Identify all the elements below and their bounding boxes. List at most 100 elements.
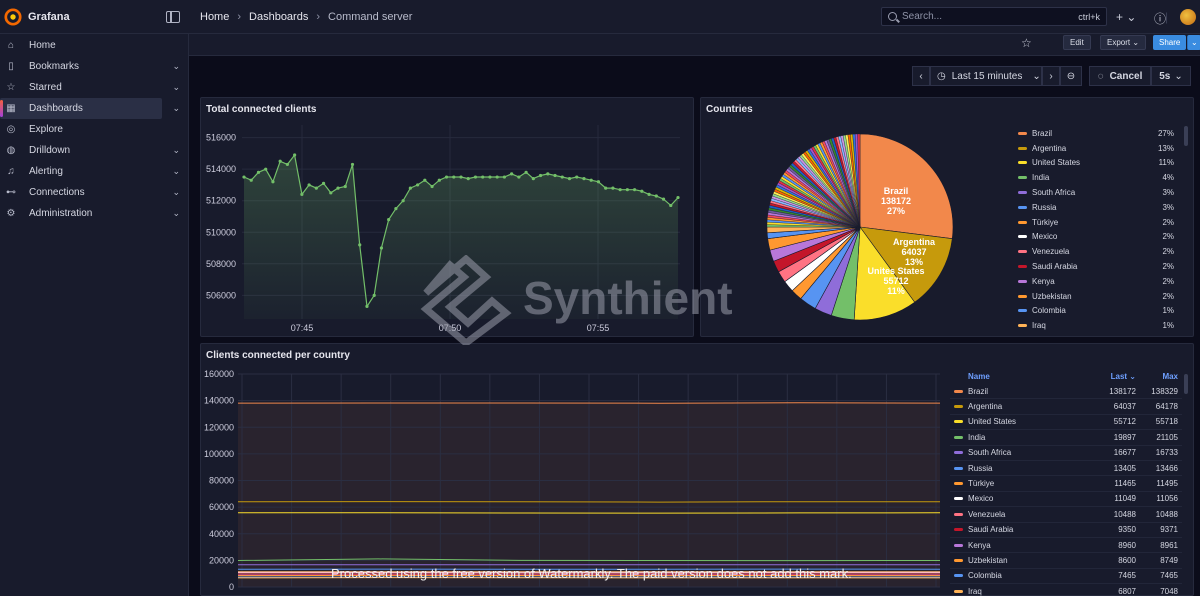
sidebar-item-connections[interactable]: ⊷ Connections ⌄ bbox=[0, 182, 188, 203]
data-point bbox=[625, 188, 629, 192]
data-point bbox=[336, 186, 340, 190]
chevron-down-icon[interactable]: ⌄ bbox=[172, 187, 180, 198]
legend-swatch bbox=[1018, 250, 1027, 254]
star-icon[interactable]: ☆ bbox=[1021, 36, 1032, 50]
data-point bbox=[387, 218, 391, 222]
avatar[interactable] bbox=[1180, 9, 1196, 25]
chevron-down-icon[interactable]: ⌄ bbox=[172, 61, 180, 72]
last-value-cell: 9350 bbox=[1118, 525, 1136, 535]
last-value-cell: 7465 bbox=[1118, 571, 1136, 581]
chevron-down-icon[interactable]: ⌄ bbox=[172, 145, 180, 156]
column-header-max[interactable]: Max bbox=[1136, 372, 1182, 381]
sidebar-item-starred[interactable]: ☆ Starred ⌄ bbox=[0, 77, 188, 98]
legend-item[interactable]: Kenya 2% bbox=[1018, 274, 1174, 289]
column-header-last[interactable]: Last ⌄ bbox=[1092, 372, 1136, 381]
time-back-button[interactable]: ‹ bbox=[912, 66, 930, 86]
series-name: Mexico bbox=[968, 494, 994, 504]
legend-item[interactable]: Mexico 2% bbox=[1018, 230, 1174, 245]
legend-item[interactable]: Russia 3% bbox=[1018, 200, 1174, 215]
link-icon: ⊷ bbox=[6, 187, 16, 198]
row-name-cell: Kenya bbox=[950, 541, 1092, 550]
sidebar-item-administration[interactable]: ⚙ Administration ⌄ bbox=[0, 203, 188, 224]
table-row[interactable]: United States 55712 55718 bbox=[950, 415, 1182, 431]
sidebar-item-explore[interactable]: ◎ Explore bbox=[0, 119, 188, 140]
table-row[interactable]: Iraq 6807 7048 bbox=[950, 584, 1182, 596]
column-header-name[interactable]: Name bbox=[950, 372, 1092, 381]
legend-item[interactable]: Venezuela 2% bbox=[1018, 244, 1174, 259]
table-row[interactable]: Saudi Arabia 9350 9371 bbox=[950, 523, 1182, 538]
legend-swatch bbox=[1018, 324, 1027, 328]
table-row[interactable]: Venezuela 10488 10488 bbox=[950, 507, 1182, 523]
clock-icon: ◷ bbox=[937, 70, 946, 82]
legend-item[interactable]: India 4% bbox=[1018, 170, 1174, 185]
legend-percent: 3% bbox=[1162, 188, 1174, 198]
breadcrumb-home[interactable]: Home bbox=[200, 11, 229, 23]
table-row[interactable]: Türkiye 11465 11495 bbox=[950, 476, 1182, 492]
dock-menu-icon[interactable] bbox=[166, 10, 180, 23]
sidebar-item-label: Starred bbox=[29, 82, 62, 93]
chevron-down-icon[interactable]: ⌄ bbox=[172, 82, 180, 93]
sidebar-item-dashboards[interactable]: ▦ Dashboards ⌄ bbox=[0, 98, 180, 119]
table-row[interactable]: South Africa 16677 16733 bbox=[950, 446, 1182, 461]
sidebar-item-bookmarks[interactable]: ▯ Bookmarks ⌄ bbox=[0, 56, 188, 77]
row-name-cell: Argentina bbox=[950, 402, 1092, 411]
legend-item[interactable]: Colombia 1% bbox=[1018, 304, 1174, 319]
y-tick-label: 514000 bbox=[206, 164, 236, 174]
legend-item[interactable]: Argentina 13% bbox=[1018, 141, 1174, 156]
sidebar-item-drilldown[interactable]: ◍ Drilldown ⌄ bbox=[0, 140, 188, 161]
legend-item[interactable]: Saudi Arabia 2% bbox=[1018, 259, 1174, 274]
time-forward-button[interactable]: › bbox=[1042, 66, 1060, 86]
plus-icon[interactable]: + ⌄ bbox=[1116, 10, 1136, 24]
legend-label: South Africa bbox=[1032, 188, 1076, 198]
breadcrumb-dashboards[interactable]: Dashboards bbox=[249, 11, 308, 23]
chevron-down-icon[interactable]: ⌄ bbox=[172, 103, 180, 114]
table-row[interactable]: Kenya 8960 8961 bbox=[950, 538, 1182, 554]
table-row[interactable]: Argentina 64037 64178 bbox=[950, 399, 1182, 415]
legend-item[interactable]: Brazil 27% bbox=[1018, 126, 1174, 141]
cancel-label: Cancel bbox=[1109, 70, 1143, 82]
series-name: Russia bbox=[968, 463, 993, 473]
legend-item[interactable]: Iraq 1% bbox=[1018, 318, 1174, 333]
legend-item[interactable]: Türkiye 2% bbox=[1018, 215, 1174, 230]
sidebar-item-home[interactable]: ⌂ Home bbox=[0, 35, 188, 56]
table-row[interactable]: India 19897 21105 bbox=[950, 430, 1182, 446]
chevron-down-icon[interactable]: ⌄ bbox=[172, 166, 180, 177]
data-point bbox=[271, 180, 275, 184]
cancel-query-button[interactable]: ◌ Cancel bbox=[1089, 66, 1151, 86]
refresh-interval-picker[interactable]: 5s ⌄ bbox=[1151, 66, 1191, 86]
table-row[interactable]: Uzbekistan 8600 8749 bbox=[950, 553, 1182, 569]
data-point bbox=[430, 184, 434, 189]
table-row[interactable]: Russia 13405 13466 bbox=[950, 461, 1182, 477]
table-row[interactable]: Colombia 7465 7465 bbox=[950, 569, 1182, 585]
legend-item[interactable]: South Africa 3% bbox=[1018, 185, 1174, 200]
share-options-button[interactable]: ⌄ bbox=[1187, 35, 1200, 50]
legend-percent: 2% bbox=[1162, 291, 1174, 301]
legend-item[interactable]: United States 11% bbox=[1018, 156, 1174, 171]
export-button[interactable]: Export ⌄ bbox=[1100, 35, 1147, 50]
share-button[interactable]: Share bbox=[1153, 35, 1187, 50]
sidebar-item-alerting[interactable]: ♫ Alerting ⌄ bbox=[0, 161, 188, 182]
edit-button[interactable]: Edit bbox=[1063, 35, 1091, 50]
grid-icon: ▦ bbox=[6, 103, 16, 114]
per-country-chart[interactable]: 0 20000 40000 60000 80000 100000 120000 140000 1… bbox=[200, 343, 950, 596]
series-swatch bbox=[954, 466, 963, 470]
legend-label: Mexico bbox=[1032, 232, 1058, 242]
legend-swatch bbox=[1018, 220, 1027, 224]
chevron-down-icon[interactable]: ⌄ bbox=[172, 208, 180, 219]
zoom-out-icon[interactable]: ⊖ bbox=[1060, 66, 1082, 86]
search-input[interactable]: Search... ctrl+k bbox=[881, 7, 1107, 26]
data-point bbox=[538, 173, 543, 178]
table-scrollbar[interactable] bbox=[1184, 374, 1188, 394]
table-row[interactable]: Mexico 11049 11056 bbox=[950, 492, 1182, 508]
last-value-cell: 10488 bbox=[1113, 509, 1136, 519]
max-value-cell: 21105 bbox=[1156, 432, 1178, 442]
data-point bbox=[358, 243, 362, 247]
compass-icon: ◎ bbox=[6, 124, 16, 135]
time-range-picker[interactable]: ◷ Last 15 minutes ⌄ bbox=[930, 66, 1042, 86]
legend-scrollbar[interactable] bbox=[1184, 126, 1188, 146]
legend-item[interactable]: Uzbekistan 2% bbox=[1018, 289, 1174, 304]
y-tick-label: 512000 bbox=[206, 196, 236, 206]
data-point bbox=[553, 173, 557, 178]
grafana-logo-icon[interactable] bbox=[4, 7, 22, 26]
table-row[interactable]: Brazil 138172 138329 bbox=[950, 384, 1182, 400]
